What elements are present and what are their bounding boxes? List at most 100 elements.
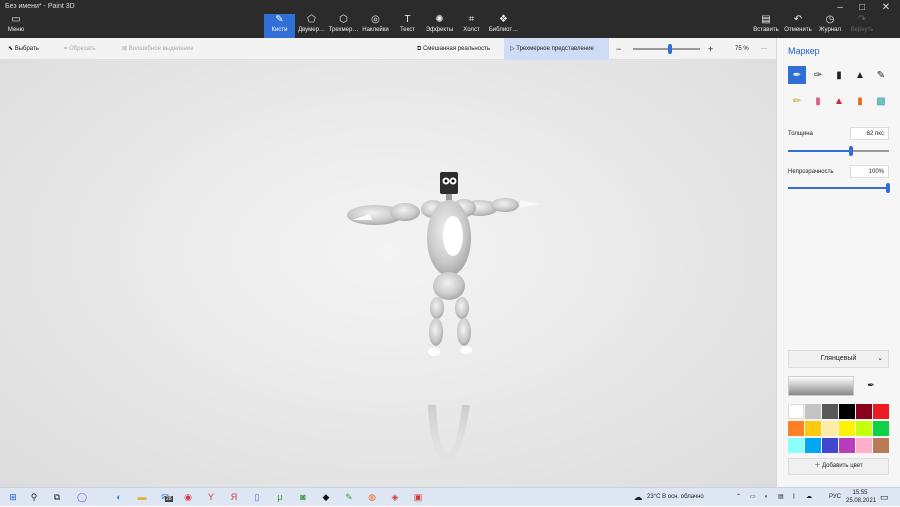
calligraphy-pen-button[interactable]: ✑ [809, 66, 827, 84]
tab-canvas[interactable]: ⌗ Холст [456, 14, 487, 38]
paint3d-icon[interactable]: ◈ [389, 491, 401, 503]
3d-view-button[interactable]: ▷ Трехмерное представление [504, 38, 609, 60]
tray-chevron-icon[interactable]: ⌃ [736, 488, 741, 507]
color-swatch[interactable] [822, 421, 838, 436]
color-swatch[interactable] [873, 404, 889, 419]
pixel-pen-button[interactable]: ✎ [872, 66, 890, 84]
fill-bucket-button[interactable]: ▩ [872, 92, 890, 110]
opacity-input[interactable]: 100% [850, 165, 889, 178]
color-swatch[interactable] [839, 421, 855, 436]
redo-button[interactable]: ↷ Вернуть [848, 14, 876, 38]
history-button[interactable]: ◷ Журнал [816, 14, 844, 38]
finish-dropdown[interactable]: Глянцевый ⌄ [788, 350, 889, 368]
select-label: Выбрать [14, 46, 39, 52]
color-swatch[interactable] [856, 421, 872, 436]
undo-button[interactable]: ↶ Отменить [783, 14, 813, 38]
spray-can-button[interactable]: ▮ [851, 92, 869, 110]
color-swatch[interactable] [788, 438, 804, 453]
document-icon[interactable]: ▯ [251, 491, 263, 503]
more-icon[interactable]: ··· [761, 38, 767, 60]
select-button[interactable]: ⬉ Выбрать [8, 38, 39, 60]
zoom-in-icon[interactable]: + [708, 38, 713, 60]
volume-icon[interactable]: ◖ [764, 488, 768, 507]
task-view-icon[interactable]: ⧉ [51, 491, 63, 503]
mail-badge: 28 [165, 496, 173, 502]
network-icon[interactable]: ▭ [750, 488, 756, 507]
3d-canvas[interactable] [0, 60, 776, 487]
color-swatch[interactable] [873, 438, 889, 453]
tab-label: Наклейки [362, 27, 389, 33]
tab-effects[interactable]: ✺ Эффекты [424, 14, 455, 38]
thickness-slider-thumb[interactable] [848, 146, 853, 156]
add-color-button[interactable]: ＋ Добавить цвет [788, 458, 889, 475]
3d-shapes-icon: ⬡ [339, 14, 348, 25]
marker-brush-button[interactable]: ✒ [788, 66, 806, 84]
crop-button[interactable]: ⌗ Обрезать [64, 38, 96, 60]
zoom-slider[interactable] [633, 48, 700, 50]
color-swatch[interactable] [822, 438, 838, 453]
color-swatch[interactable] [788, 421, 804, 436]
menu-button[interactable]: ▭ Меню [3, 14, 29, 38]
current-color-preview [788, 376, 854, 396]
color-swatch[interactable] [839, 404, 855, 419]
utorrent-icon[interactable]: μ [274, 491, 286, 503]
zoom-out-icon[interactable]: − [616, 38, 621, 60]
crayon-button[interactable]: ▲ [830, 92, 848, 110]
tab-text[interactable]: T Текст [392, 14, 423, 38]
yandex-icon[interactable]: Y [205, 491, 217, 503]
color-swatch[interactable] [856, 404, 872, 419]
minimize-icon[interactable]: – [830, 2, 850, 13]
green-app-icon[interactable]: ◙ [297, 491, 309, 503]
oil-brush-button[interactable]: ▮ [830, 66, 848, 84]
color-swatch[interactable] [873, 421, 889, 436]
windows-start-icon[interactable]: ⊞ [7, 491, 19, 503]
yandex-browser-icon[interactable]: Я [228, 491, 240, 503]
pencil-button[interactable]: ✏ [788, 92, 806, 110]
color-swatch[interactable] [788, 404, 804, 419]
zoom-slider-thumb[interactable] [667, 44, 672, 54]
magic-select-button[interactable]: ⊠ Волшебное выделение [122, 38, 194, 60]
3d-model-figure[interactable] [0, 60, 776, 487]
battery-icon[interactable]: ▤ [778, 488, 784, 507]
onedrive-icon[interactable]: ☁ [806, 488, 812, 507]
language-indicator[interactable]: РУС [829, 488, 841, 507]
crop-icon: ⌗ [64, 46, 68, 52]
color-swatch[interactable] [805, 421, 821, 436]
notepad-plus-icon[interactable]: ✎ [343, 491, 355, 503]
tab-stickers[interactable]: ◎ Наклейки [360, 14, 391, 38]
file-explorer-icon[interactable]: ▬ [136, 491, 148, 503]
screen-recorder-icon[interactable]: ▣ [412, 491, 424, 503]
eyedropper-icon[interactable]: ✒ [861, 376, 881, 394]
blender-icon[interactable]: ◍ [366, 491, 378, 503]
select-icon: ⬉ [8, 46, 14, 52]
eraser-button[interactable]: ▮ [809, 92, 827, 110]
color-swatch[interactable] [839, 438, 855, 453]
cortana-icon[interactable]: ◯ [76, 491, 88, 503]
library-icon: ❖ [499, 14, 508, 25]
color-swatch[interactable] [805, 404, 821, 419]
close-icon[interactable]: ✕ [876, 2, 896, 13]
undo-icon: ↶ [793, 14, 803, 25]
bluetooth-icon[interactable]: ᛒ [792, 488, 796, 507]
opacity-slider-thumb[interactable] [886, 183, 890, 193]
unity-icon[interactable]: ◆ [320, 491, 332, 503]
color-swatch[interactable] [805, 438, 821, 453]
edge-icon[interactable]: ◐ [113, 491, 125, 503]
clock[interactable]: 15:55 25.08.2021 [846, 489, 876, 505]
weather-text[interactable]: 23°C В осн. облачно [647, 488, 704, 507]
paste-button[interactable]: ▤ Вставить [752, 14, 780, 38]
watercolor-button[interactable]: ▲ [851, 66, 869, 84]
app-red-icon[interactable]: ◉ [182, 491, 194, 503]
thickness-input[interactable]: 62 пкс [850, 127, 889, 140]
tab-brushes[interactable]: ✎ Кисти [264, 14, 295, 38]
notifications-icon[interactable]: ▭ [880, 488, 889, 507]
tab-3d-shapes[interactable]: ⬡ Трехмер… [328, 14, 359, 38]
3d-view-icon: ▷ [510, 46, 515, 52]
search-icon[interactable]: ⚲ [28, 491, 40, 503]
mixed-reality-button[interactable]: ⧉ Смешанная реальность [417, 38, 490, 60]
tab-library[interactable]: ❖ Библиот… [488, 14, 519, 38]
color-swatch[interactable] [856, 438, 872, 453]
color-swatch[interactable] [822, 404, 838, 419]
tab-2d-shapes[interactable]: ⬠ Двумер… [296, 14, 327, 38]
maximize-icon[interactable]: □ [852, 2, 872, 13]
